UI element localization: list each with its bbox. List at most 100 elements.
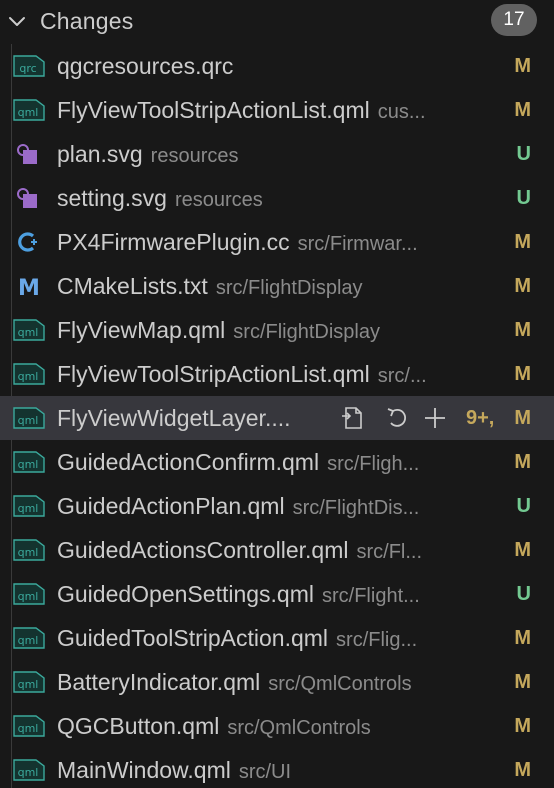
file-label: plan.svg resources <box>57 132 497 176</box>
source-control-changes-panel: Changes 17 qrc qgcresources.qrc Mqml FlyVie… <box>0 0 554 788</box>
git-status-badge: M <box>514 319 531 341</box>
changed-file-row[interactable]: qml FlyViewToolStripActionList.qml cus... M <box>0 88 554 132</box>
file-label: FlyViewWidgetLayer.... <box>57 396 332 440</box>
open-file-icon[interactable] <box>338 403 368 433</box>
qml-file-icon: qml <box>13 318 45 342</box>
file-path: src/QmlControls <box>227 717 371 739</box>
file-label: CMakeLists.txt src/FlightDisplay <box>57 264 497 308</box>
icon-label: M <box>18 276 40 298</box>
changes-file-list: qrc qgcresources.qrc Mqml FlyViewToolStripA… <box>0 44 554 788</box>
changed-file-row[interactable]: M CMakeLists.txt src/FlightDisplay M <box>0 264 554 308</box>
git-status-badge: M <box>514 231 531 253</box>
file-name: FlyViewWidgetLayer.... <box>57 405 291 431</box>
git-status-badge: M <box>514 627 531 649</box>
cmake-file-icon: M <box>13 274 45 301</box>
icon-label: qml <box>18 546 39 559</box>
discard-changes-icon[interactable] <box>382 403 412 433</box>
changed-file-row[interactable]: qml GuidedActionConfirm.qml src/Fligh... M <box>0 440 554 484</box>
icon-label: qml <box>18 370 39 383</box>
icon-label: qml <box>18 766 39 779</box>
chevron-down-icon[interactable] <box>5 10 29 34</box>
git-status-badge: M <box>514 759 531 781</box>
qml-file-icon: qml <box>13 714 45 738</box>
file-name: plan.svg <box>57 141 143 167</box>
changed-file-row[interactable]: qml GuidedActionsController.qml src/Fl... M <box>0 528 554 572</box>
file-path: src/Fligh... <box>327 453 420 475</box>
changes-section-header[interactable]: Changes 17 <box>0 0 554 42</box>
changed-file-row[interactable]: qrc qgcresources.qrc M <box>0 44 554 88</box>
file-label: PX4FirmwarePlugin.cc src/Firmwar... <box>57 220 497 264</box>
qml-file-icon: qml <box>13 98 45 122</box>
icon-label: qml <box>18 590 39 603</box>
file-path: src/Flig... <box>336 629 418 651</box>
file-path: src/... <box>377 365 427 387</box>
file-label: BatteryIndicator.qml src/QmlControls <box>57 660 497 704</box>
file-name: CMakeLists.txt <box>57 273 208 299</box>
changed-file-row[interactable]: qml MainWindow.qml src/UI M <box>0 748 554 788</box>
git-status-badge: M <box>514 451 531 473</box>
file-label: GuidedActionConfirm.qml src/Fligh... <box>57 440 497 484</box>
qml-file-icon: qml <box>13 670 45 694</box>
file-label: setting.svg resources <box>57 176 497 220</box>
file-name: qgcresources.qrc <box>57 53 234 79</box>
changed-file-row[interactable]: qml GuidedActionPlan.qml src/FlightDis... U <box>0 484 554 528</box>
changed-file-row[interactable]: PX4FirmwarePlugin.cc src/Firmwar... M <box>0 220 554 264</box>
file-path: src/FlightDis... <box>292 497 420 519</box>
file-label: qgcresources.qrc <box>57 44 497 88</box>
git-status-badge: U <box>516 187 531 209</box>
changed-file-row[interactable]: qml FlyViewMap.qml src/FlightDisplay M <box>0 308 554 352</box>
changes-count-badge: 17 <box>491 4 537 36</box>
file-path: src/Firmwar... <box>297 233 418 255</box>
git-status-badge: M <box>514 99 531 121</box>
svg-file-icon <box>13 142 45 166</box>
stage-changes-icon[interactable] <box>420 403 450 433</box>
changed-file-row[interactable]: qml GuidedToolStripAction.qml src/Flig... M <box>0 616 554 660</box>
qml-file-icon: qml <box>13 538 45 562</box>
file-path: cus... <box>377 101 426 123</box>
git-status-badge: M <box>514 363 531 385</box>
file-name: GuidedToolStripAction.qml <box>57 625 329 651</box>
changed-file-row[interactable]: qml FlyViewWidgetLayer.... 9+, M <box>0 396 554 440</box>
file-name: FlyViewToolStripActionList.qml <box>57 361 370 387</box>
changed-file-row[interactable]: qml BatteryIndicator.qml src/QmlControls M <box>0 660 554 704</box>
qml-file-icon: qml <box>13 362 45 386</box>
file-path: src/FlightDisplay <box>233 321 380 343</box>
file-path: resources <box>174 189 263 211</box>
file-label: GuidedActionPlan.qml src/FlightDis... <box>57 484 497 528</box>
icon-label: qml <box>18 502 39 515</box>
file-path: src/UI <box>238 761 292 783</box>
section-title: Changes <box>40 8 134 34</box>
git-status-badge: M <box>514 539 531 561</box>
git-status-badge: U <box>516 143 531 165</box>
git-status-badge: M <box>514 715 531 737</box>
file-name: PX4FirmwarePlugin.cc <box>57 229 290 255</box>
row-actions <box>338 403 462 433</box>
file-path: src/Flight... <box>322 585 420 607</box>
git-status-badge: M <box>514 407 531 429</box>
file-name: MainWindow.qml <box>57 757 231 783</box>
file-name: QGCButton.qml <box>57 713 220 739</box>
file-path: src/Fl... <box>356 541 423 563</box>
qml-file-icon: qml <box>13 406 45 430</box>
file-label: FlyViewToolStripActionList.qml cus... <box>57 88 497 132</box>
changed-file-row[interactable]: qml QGCButton.qml src/QmlControls M <box>0 704 554 748</box>
changed-file-row[interactable]: qml FlyViewToolStripActionList.qml src/...… <box>0 352 554 396</box>
qml-file-icon: qml <box>13 494 45 518</box>
file-label: FlyViewToolStripActionList.qml src/... <box>57 352 497 396</box>
git-status-badge: U <box>516 583 531 605</box>
changed-file-row[interactable]: qml GuidedOpenSettings.qml src/Flight... U <box>0 572 554 616</box>
cpp-file-icon <box>13 230 45 254</box>
file-label: GuidedOpenSettings.qml src/Flight... <box>57 572 497 616</box>
icon-label: qml <box>18 414 39 427</box>
git-status-badge: M <box>514 55 531 77</box>
problems-count: 9+, <box>466 407 495 429</box>
changed-file-row[interactable]: setting.svg resources U <box>0 176 554 220</box>
qrc-file-icon: qrc <box>13 54 45 78</box>
icon-label: qml <box>18 722 39 735</box>
file-name: GuidedActionsController.qml <box>57 537 349 563</box>
file-name: setting.svg <box>57 185 167 211</box>
changed-file-row[interactable]: plan.svg resources U <box>0 132 554 176</box>
file-name: FlyViewToolStripActionList.qml <box>57 97 370 123</box>
file-name: GuidedOpenSettings.qml <box>57 581 314 607</box>
icon-label: qml <box>18 326 39 339</box>
